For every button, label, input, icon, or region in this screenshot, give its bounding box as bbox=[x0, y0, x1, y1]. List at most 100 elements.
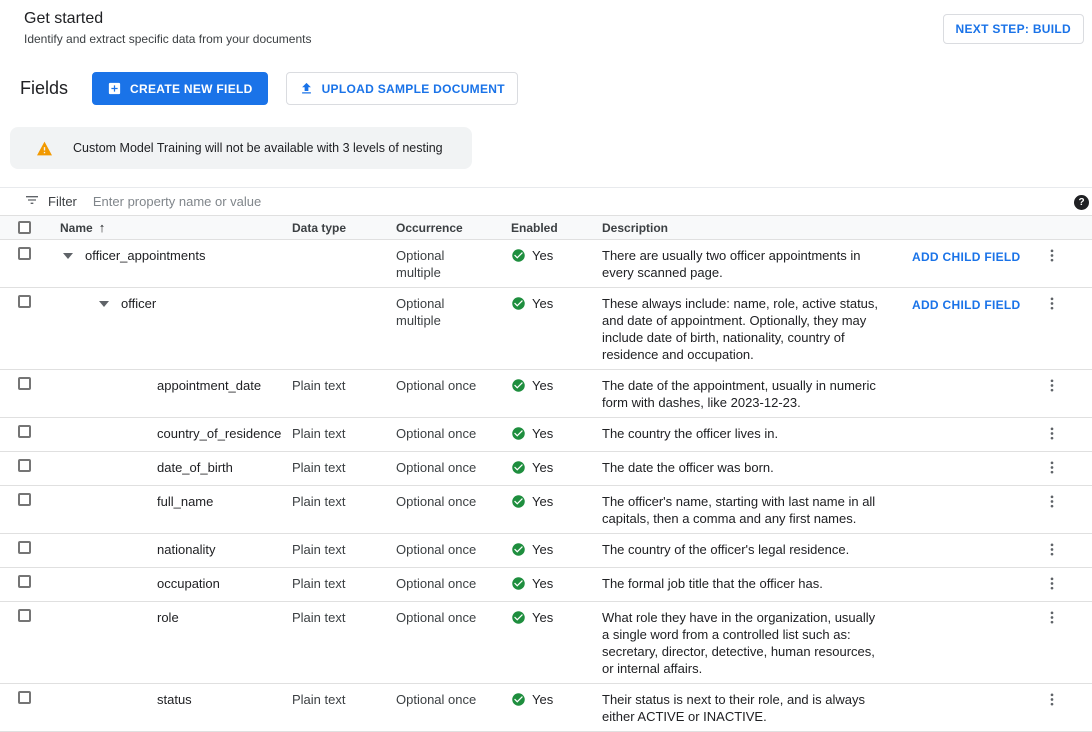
enabled-cell: Yes bbox=[495, 486, 586, 519]
enabled-check-icon bbox=[511, 576, 526, 595]
field-data-type: Plain text bbox=[276, 534, 380, 564]
more-options-icon[interactable] bbox=[1042, 491, 1062, 512]
table-row: appointment_date Plain text Optional onc… bbox=[0, 370, 1092, 418]
row-checkbox-cell bbox=[0, 486, 44, 510]
field-name: status bbox=[157, 691, 192, 708]
row-checkbox[interactable] bbox=[18, 425, 31, 438]
field-data-type: Plain text bbox=[276, 370, 380, 400]
field-occurrence: Optional once bbox=[380, 568, 495, 598]
enabled-check-icon bbox=[511, 426, 526, 445]
warning-banner: Custom Model Training will not be availa… bbox=[10, 127, 472, 169]
row-checkbox[interactable] bbox=[18, 609, 31, 622]
more-options-icon[interactable] bbox=[1042, 423, 1062, 444]
sort-ascending-icon[interactable]: ↑ bbox=[99, 220, 106, 235]
enabled-check-icon bbox=[511, 610, 526, 629]
field-data-type: Plain text bbox=[276, 452, 380, 482]
enabled-label: Yes bbox=[532, 459, 553, 476]
create-new-field-button[interactable]: CREATE NEW FIELD bbox=[92, 72, 268, 105]
column-header-description: Description bbox=[586, 221, 898, 235]
row-checkbox[interactable] bbox=[18, 541, 31, 554]
enabled-check-icon bbox=[511, 460, 526, 479]
field-description: There are usually two officer appointmen… bbox=[586, 240, 898, 287]
column-header-name[interactable]: Name↑ bbox=[44, 220, 276, 235]
field-data-type bbox=[276, 288, 380, 301]
row-checkbox-cell bbox=[0, 370, 44, 394]
field-occurrence: Optional once bbox=[380, 602, 495, 632]
more-options-icon[interactable] bbox=[1042, 607, 1062, 628]
field-occurrence: Optional once bbox=[380, 452, 495, 482]
warning-text: Custom Model Training will not be availa… bbox=[73, 141, 443, 155]
page-subtitle: Identify and extract specific data from … bbox=[24, 32, 311, 46]
warning-icon bbox=[36, 141, 53, 156]
enabled-label: Yes bbox=[532, 691, 553, 708]
name-cell: appointment_date bbox=[44, 370, 276, 400]
enabled-cell: Yes bbox=[495, 568, 586, 601]
name-cell: officer_appointments bbox=[44, 240, 276, 270]
kebab-cell bbox=[1030, 452, 1074, 480]
row-checkbox[interactable] bbox=[18, 247, 31, 260]
row-checkbox[interactable] bbox=[18, 459, 31, 472]
field-name: occupation bbox=[157, 575, 220, 592]
row-checkbox[interactable] bbox=[18, 377, 31, 390]
field-occurrence: Optional once bbox=[380, 370, 495, 400]
more-options-icon[interactable] bbox=[1042, 539, 1062, 560]
add-child-field-button[interactable]: ADD CHILD FIELD bbox=[912, 250, 1021, 264]
next-step-button[interactable]: NEXT STEP: BUILD bbox=[943, 14, 1084, 44]
table-row: officer Optional multiple Yes These alwa… bbox=[0, 288, 1092, 370]
name-cell: country_of_residence bbox=[44, 418, 276, 448]
row-checkbox[interactable] bbox=[18, 691, 31, 704]
enabled-label: Yes bbox=[532, 247, 553, 264]
more-options-icon[interactable] bbox=[1042, 245, 1062, 266]
row-checkbox[interactable] bbox=[18, 493, 31, 506]
enabled-label: Yes bbox=[532, 575, 553, 592]
enabled-cell: Yes bbox=[495, 534, 586, 567]
name-cell: role bbox=[44, 602, 276, 632]
kebab-cell bbox=[1030, 486, 1074, 514]
upload-icon bbox=[299, 81, 314, 96]
expand-chevron-icon[interactable] bbox=[96, 295, 112, 312]
more-options-icon[interactable] bbox=[1042, 293, 1062, 314]
page-title: Get started bbox=[24, 10, 311, 28]
row-checkbox-cell bbox=[0, 240, 44, 264]
kebab-cell bbox=[1030, 288, 1074, 316]
row-checkbox[interactable] bbox=[18, 295, 31, 308]
field-data-type: Plain text bbox=[276, 568, 380, 598]
add-box-icon bbox=[107, 81, 122, 96]
enabled-check-icon bbox=[511, 542, 526, 561]
filter-input[interactable] bbox=[91, 193, 1092, 210]
field-name: date_of_birth bbox=[157, 459, 233, 476]
table-row: full_name Plain text Optional once Yes T… bbox=[0, 486, 1092, 534]
table-header-row: Name↑ Data type Occurrence Enabled Descr… bbox=[0, 216, 1092, 240]
add-child-field-button[interactable]: ADD CHILD FIELD bbox=[912, 298, 1021, 312]
fields-heading: Fields bbox=[20, 78, 68, 99]
select-all-checkbox[interactable] bbox=[18, 221, 31, 234]
field-name: officer bbox=[121, 295, 156, 312]
expand-chevron-icon[interactable] bbox=[60, 247, 76, 264]
add-child-cell: ADD CHILD FIELD bbox=[898, 288, 1030, 320]
fields-toolbar: Fields CREATE NEW FIELD UPLOAD SAMPLE DO… bbox=[0, 46, 1092, 121]
column-header-enabled: Enabled bbox=[495, 221, 586, 235]
field-data-type bbox=[276, 240, 380, 253]
field-occurrence: Optional multiple bbox=[380, 240, 495, 287]
more-options-icon[interactable] bbox=[1042, 375, 1062, 396]
field-description: The country the officer lives in. bbox=[586, 418, 898, 448]
help-icon[interactable]: ? bbox=[1074, 195, 1089, 210]
field-name: role bbox=[157, 609, 179, 626]
enabled-cell: Yes bbox=[495, 370, 586, 403]
more-options-icon[interactable] bbox=[1042, 573, 1062, 594]
enabled-cell: Yes bbox=[495, 240, 586, 273]
field-description: These always include: name, role, active… bbox=[586, 288, 898, 369]
name-cell: date_of_birth bbox=[44, 452, 276, 482]
field-name: officer_appointments bbox=[85, 247, 205, 264]
kebab-cell bbox=[1030, 568, 1074, 596]
field-description: The date of the appointment, usually in … bbox=[586, 370, 898, 417]
field-description: What role they have in the organization,… bbox=[586, 602, 898, 683]
field-occurrence: Optional once bbox=[380, 486, 495, 516]
row-checkbox[interactable] bbox=[18, 575, 31, 588]
more-options-icon[interactable] bbox=[1042, 457, 1062, 478]
column-header-data-type: Data type bbox=[276, 221, 380, 235]
upload-sample-document-button[interactable]: UPLOAD SAMPLE DOCUMENT bbox=[286, 72, 518, 105]
enabled-check-icon bbox=[511, 248, 526, 267]
add-child-cell bbox=[898, 486, 1030, 500]
enabled-check-icon bbox=[511, 296, 526, 315]
